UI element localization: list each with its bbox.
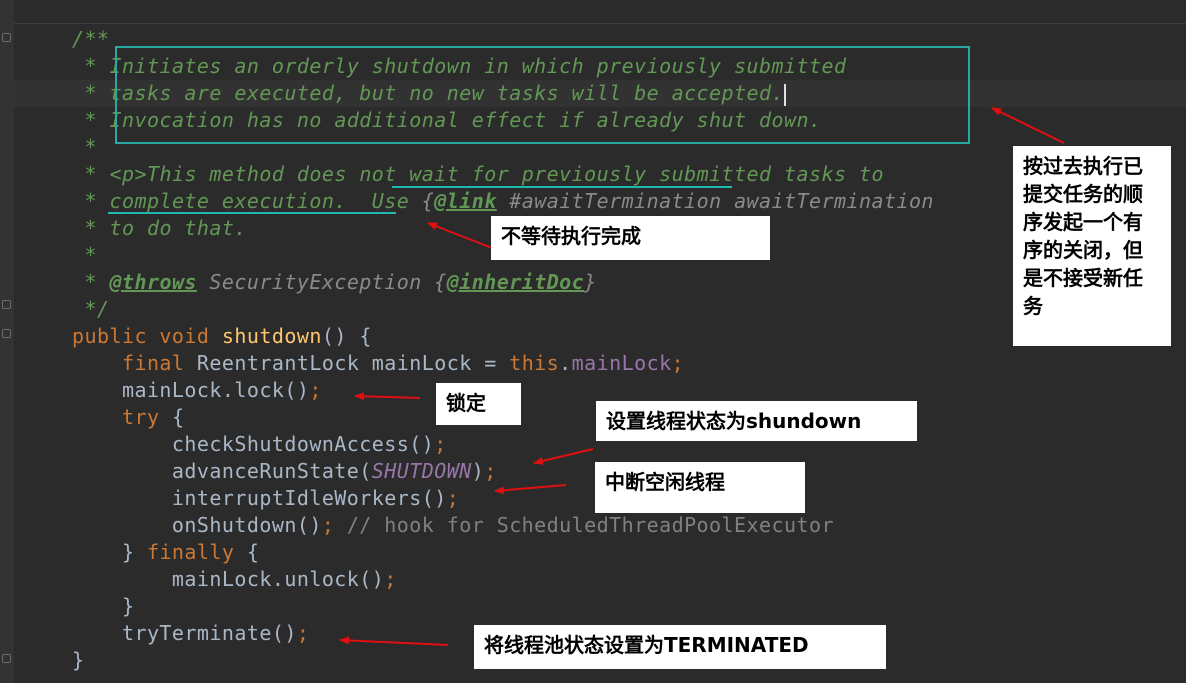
- annotation-arrows: [339, 107, 1065, 646]
- arrow-terminate: [339, 636, 449, 646]
- note-lock: 锁定: [436, 383, 521, 425]
- arrow-orderly-shutdown: [991, 107, 1065, 144]
- note-set-state: 设置线程状态为shundown: [596, 401, 917, 441]
- note-no-wait: 不等待执行完成: [491, 216, 770, 260]
- note-interrupt-idle: 中断空闲线程: [595, 462, 805, 513]
- note-orderly-shutdown: 按过去执行已提交任务的顺序发起一个有序的关闭，但是不接受新任务: [1013, 146, 1171, 346]
- arrow-lock: [354, 392, 421, 401]
- arrow-no-wait: [427, 222, 493, 249]
- arrow-interrupt: [494, 484, 567, 495]
- note-terminate: 将线程池状态设置为TERMINATED: [474, 625, 886, 669]
- arrow-set-state: [533, 448, 594, 465]
